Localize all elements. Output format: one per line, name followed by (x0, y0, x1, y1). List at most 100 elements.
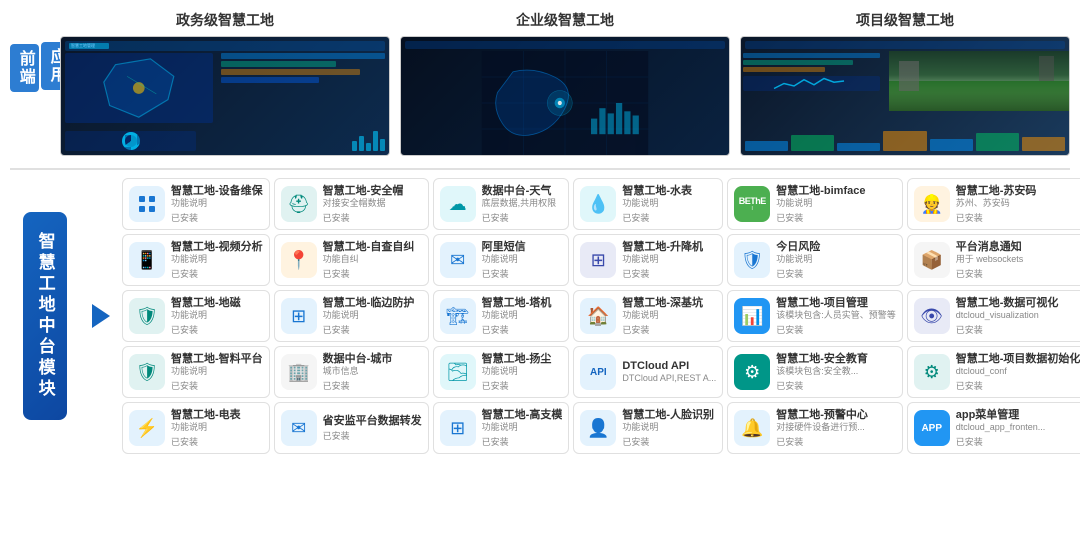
module-status: 已安装 (323, 379, 422, 392)
module-status: 已安装 (482, 211, 563, 224)
module-desc: 功能说明 (622, 310, 716, 322)
module-name: 智慧工地-苏安码 (956, 184, 1080, 198)
module-name: app菜单管理 (956, 408, 1080, 422)
module-desc: 功能说明 (482, 366, 563, 378)
module-status: 已安装 (482, 379, 563, 392)
module-desc: 对接安全帽数据 (323, 198, 422, 210)
module-name: 智慧工地-项目数据初始化 (956, 352, 1080, 366)
module-icon: ⊞ (281, 298, 317, 334)
module-info: 智慧工地-深基坑功能说明已安装 (622, 296, 716, 336)
module-name: 平台消息通知 (956, 240, 1080, 254)
module-card[interactable]: APPapp菜单管理dtcloud_app_fronten...已安装 (907, 402, 1080, 454)
module-card[interactable]: 👷智慧工地-苏安码苏州、苏安码已安装 (907, 178, 1080, 230)
module-card[interactable]: 📊智慧工地-项目管理该模块包含:人员实管、预警等已安装 (727, 290, 903, 342)
module-icon: 💧 (580, 186, 616, 222)
module-icon: 🔔 (734, 410, 770, 446)
module-info: 智慧工地-人脸识别功能说明已安装 (622, 408, 716, 448)
module-desc: 功能说明 (482, 310, 563, 322)
module-name: 智慧工地-深基坑 (622, 296, 716, 310)
module-info: 智慧工地-项目数据初始化dtcloud_conf已安装 (956, 352, 1080, 392)
module-icon: ⊞ (580, 242, 616, 278)
module-name: 智慧工地-预警中心 (776, 408, 896, 422)
module-info: 智慧工地-苏安码苏州、苏安码已安装 (956, 184, 1080, 224)
module-card[interactable]: ⚡智慧工地-电表功能说明已安装 (122, 402, 270, 454)
module-icon: 🏢 (281, 354, 317, 390)
module-card[interactable]: 💧智慧工地-水表功能说明已安装 (573, 178, 723, 230)
module-column-0: 智慧工地-设备维保功能说明已安装📱智慧工地-视频分析功能说明已安装🛡智慧工地-地… (122, 178, 270, 454)
module-card[interactable]: 📱智慧工地-视频分析功能说明已安装 (122, 234, 270, 286)
module-desc: 功能说明 (482, 422, 563, 434)
module-status: 已安装 (622, 267, 716, 280)
enterprise-panel-title: 企业级智慧工地 (516, 10, 614, 30)
module-card[interactable]: 🛡今日风险功能说明已安装 (727, 234, 903, 286)
module-desc: dtcloud_conf (956, 366, 1080, 378)
module-info: 智慧工地-自查自纠功能自纠已安装 (323, 240, 422, 280)
module-status: 已安装 (171, 323, 263, 336)
module-card[interactable]: ⊞智慧工地-临边防护功能说明已安装 (274, 290, 429, 342)
project-dashboard (740, 36, 1070, 156)
module-card[interactable]: ✉省安监平台数据转发已安装 (274, 402, 429, 454)
module-icon: 🛡 (129, 298, 165, 334)
module-card[interactable]: 🏢数据中台-城市城市信息已安装 (274, 346, 429, 398)
module-name: 今日风险 (776, 240, 896, 254)
module-icon: 🛡 (129, 354, 165, 390)
module-status: 已安装 (323, 267, 422, 280)
module-icon: 👤 (580, 410, 616, 446)
module-card[interactable]: 👤智慧工地-人脸识别功能说明已安装 (573, 402, 723, 454)
module-card[interactable]: 🏠智慧工地-深基坑功能说明已安装 (573, 290, 723, 342)
module-status: 已安装 (323, 429, 422, 442)
module-card[interactable]: 🌫智慧工地-扬尘功能说明已安装 (433, 346, 570, 398)
module-info: 智慧工地-预警中心对接硬件设备进行预...已安装 (776, 408, 896, 448)
module-column-5: 👷智慧工地-苏安码苏州、苏安码已安装📦平台消息通知用于 websockets已安… (907, 178, 1080, 454)
module-desc: 功能说明 (622, 422, 716, 434)
module-desc: DTCloud API,REST A... (622, 373, 716, 385)
module-name: 数据中台-城市 (323, 352, 422, 366)
module-card[interactable]: 🏗智慧工地-塔机功能说明已安装 (433, 290, 570, 342)
top-section: 应用 前端 政务级智慧工地 智慧工地管理 (10, 10, 1070, 156)
module-status: 已安装 (956, 211, 1080, 224)
module-card[interactable]: 🛡智慧工地-地磁功能说明已安装 (122, 290, 270, 342)
module-icon: API (580, 354, 616, 390)
module-name: 数据中台-天气 (482, 184, 563, 198)
module-card[interactable]: 🛡智慧工地-智料平台功能说明已安装 (122, 346, 270, 398)
module-status: 已安装 (622, 323, 716, 336)
module-card[interactable]: ⛑智慧工地-安全帽对接安全帽数据已安装 (274, 178, 429, 230)
module-name: 智慧工地-塔机 (482, 296, 563, 310)
module-desc: 功能说明 (776, 254, 896, 266)
module-desc: dtcloud_app_fronten... (956, 422, 1080, 434)
module-name: 省安监平台数据转发 (323, 414, 422, 428)
module-icon: ⚙ (734, 354, 770, 390)
arrow-container (92, 178, 110, 454)
module-desc: 功能说明 (323, 310, 422, 322)
module-desc: 该模块包含:人员实管、预警等 (776, 310, 896, 322)
module-column-1: ⛑智慧工地-安全帽对接安全帽数据已安装📍智慧工地-自查自纠功能自纠已安装⊞智慧工… (274, 178, 429, 454)
module-card[interactable]: ⚙智慧工地-安全教育该模块包含:安全教...已安装 (727, 346, 903, 398)
module-card[interactable]: ⊞智慧工地-升降机功能说明已安装 (573, 234, 723, 286)
module-card[interactable]: 智慧工地-设备维保功能说明已安装 (122, 178, 270, 230)
module-card[interactable]: 🔔智慧工地-预警中心对接硬件设备进行预...已安装 (727, 402, 903, 454)
module-name: 智慧工地-安全帽 (323, 184, 422, 198)
module-status: 已安装 (482, 323, 563, 336)
module-card[interactable]: ✉阿里短信功能说明已安装 (433, 234, 570, 286)
module-card[interactable]: ⚙智慧工地-项目数据初始化dtcloud_conf已安装 (907, 346, 1080, 398)
module-icon: 👷 (914, 186, 950, 222)
module-card[interactable]: BEThET智慧工地-bimface功能说明已安装 (727, 178, 903, 230)
module-desc: dtcloud_visualization (956, 310, 1080, 322)
module-card[interactable]: 📍智慧工地-自查自纠功能自纠已安装 (274, 234, 429, 286)
module-card[interactable]: APIDTCloud APIDTCloud API,REST A... (573, 346, 723, 398)
module-name: 智慧工地-数据可视化 (956, 296, 1080, 310)
module-info: 智慧工地-项目管理该模块包含:人员实管、预警等已安装 (776, 296, 896, 336)
module-info: DTCloud APIDTCloud API,REST A... (622, 359, 716, 386)
module-card[interactable]: ⊞智慧工地-高支模功能说明已安装 (433, 402, 570, 454)
module-icon: 🛡 (734, 242, 770, 278)
module-card[interactable]: 📦平台消息通知用于 websockets已安装 (907, 234, 1080, 286)
module-desc: 该模块包含:安全教... (776, 366, 896, 378)
module-info: 智慧工地-高支模功能说明已安装 (482, 408, 563, 448)
module-info: 数据中台-城市城市信息已安装 (323, 352, 422, 392)
module-icon: 📍 (281, 242, 317, 278)
module-info: 数据中台-天气底层数据,共用权限已安装 (482, 184, 563, 224)
module-info: 智慧工地-安全帽对接安全帽数据已安装 (323, 184, 422, 224)
module-card[interactable]: ☁数据中台-天气底层数据,共用权限已安装 (433, 178, 570, 230)
module-card[interactable]: 👁智慧工地-数据可视化dtcloud_visualization已安装 (907, 290, 1080, 342)
module-status: 已安装 (323, 211, 422, 224)
